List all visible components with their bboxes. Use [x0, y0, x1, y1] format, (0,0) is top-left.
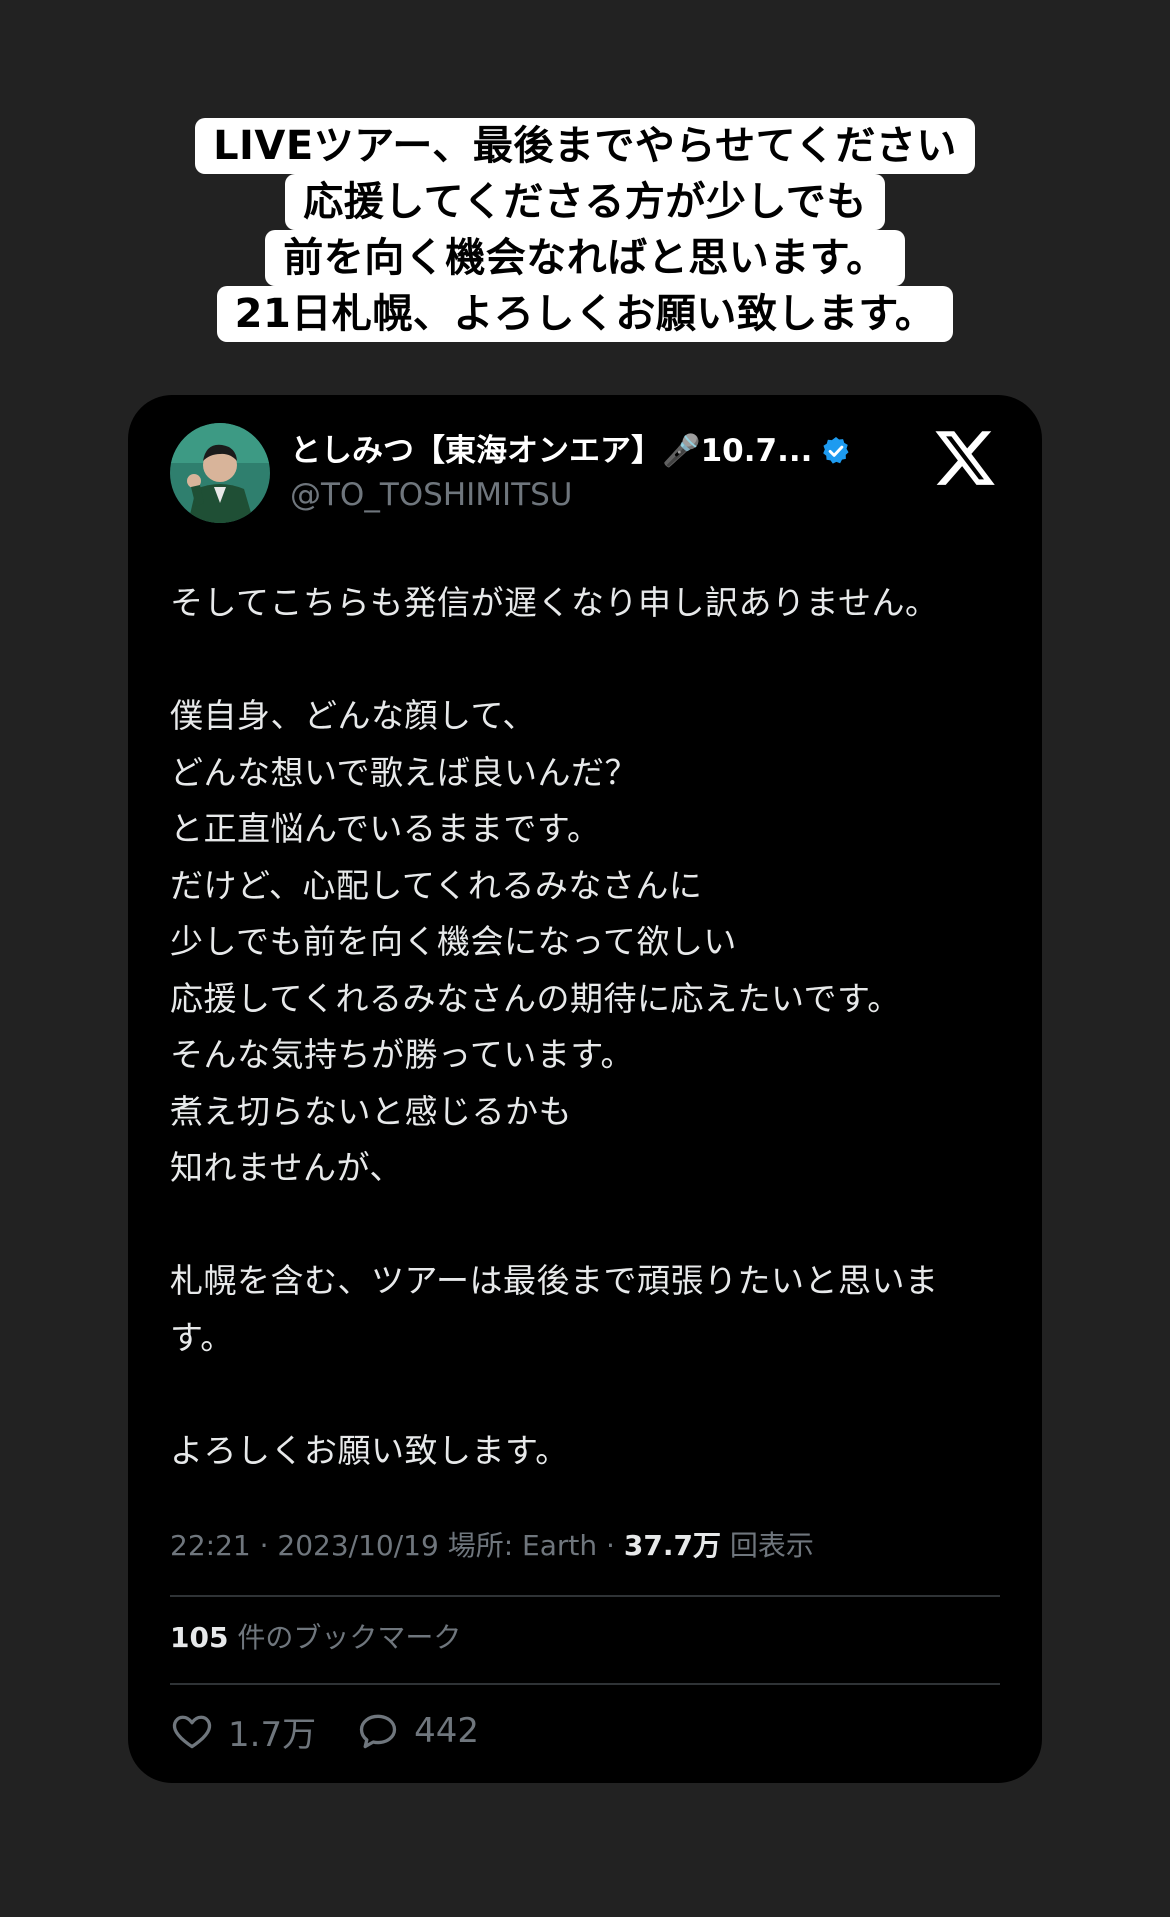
avatar[interactable]	[170, 423, 270, 523]
meta-separator: ·	[606, 1529, 624, 1562]
tweet-views-count: 37.7万	[623, 1529, 721, 1562]
x-logo-icon[interactable]	[932, 425, 998, 491]
tweet-date[interactable]: 2023/10/19	[277, 1529, 438, 1562]
bookmarks-count: 105	[170, 1621, 229, 1654]
heart-icon	[172, 1715, 212, 1749]
author-display-name[interactable]: としみつ【東海オンエア】🎤10.7...	[290, 431, 812, 471]
like-button[interactable]: 1.7万	[170, 1707, 316, 1756]
author-handle[interactable]: @TO_TOSHIMITSU	[290, 475, 573, 515]
caption-line-3: 前を向く機会なればと思います。	[265, 230, 905, 286]
tweet-card[interactable]: としみつ【東海オンエア】🎤10.7... @TO_TOSHIMITSU そしてこ…	[128, 395, 1042, 1783]
tweet-actions: 1.7万 442	[170, 1707, 519, 1756]
tweet-meta: 22:21 · 2023/10/19 場所: Earth · 37.7万 回表示	[170, 1527, 814, 1565]
bookmarks-count-row[interactable]: 105 件のブックマーク	[170, 1619, 461, 1657]
like-count: 1.7万	[228, 1714, 317, 1755]
tweet-paragraph-4: よろしくお願い致します。	[170, 1430, 569, 1470]
meta-separator: ·	[259, 1529, 278, 1562]
divider	[170, 1683, 1000, 1685]
reply-bubble-icon	[359, 1714, 397, 1749]
divider	[170, 1595, 1000, 1597]
caption-line-4: 21日札幌、よろしくお願い致します。	[216, 286, 954, 342]
tweet-views-label: 回表示	[729, 1529, 814, 1562]
caption-line-1: LIVEツアー、最後までやらせてください	[195, 118, 975, 174]
author-row[interactable]: としみつ【東海オンエア】🎤10.7...	[290, 431, 852, 471]
caption-line-2: 応援してくださる方が少しでも	[285, 174, 885, 230]
reply-button[interactable]: 442	[356, 1709, 479, 1753]
tweet-text: そしてこちらも発信が遅くなり申し訳ありません。 僕自身、どんな顔して、 どんな想…	[170, 575, 1000, 1479]
story-caption: LIVEツアー、最後までやらせてください 応援してくださる方が少しでも 前を向く…	[0, 118, 1170, 342]
tweet-location: 場所: Earth	[447, 1529, 598, 1562]
tweet-time[interactable]: 22:21	[170, 1529, 251, 1562]
tweet-paragraph-3: 札幌を含む、ツアーは最後まで頑張りたいと思いま す。	[170, 1261, 939, 1357]
tweet-paragraph-1: そしてこちらも発信が遅くなり申し訳ありません。	[170, 583, 939, 622]
verified-badge-icon	[820, 435, 852, 467]
tweet-paragraph-2: 僕自身、どんな顔して、 どんな想いで歌えば良いんだ？ と正直悩んでいるままです。…	[170, 696, 901, 1187]
reply-count: 442	[414, 1711, 479, 1751]
bookmarks-label: 件のブックマーク	[237, 1621, 462, 1654]
